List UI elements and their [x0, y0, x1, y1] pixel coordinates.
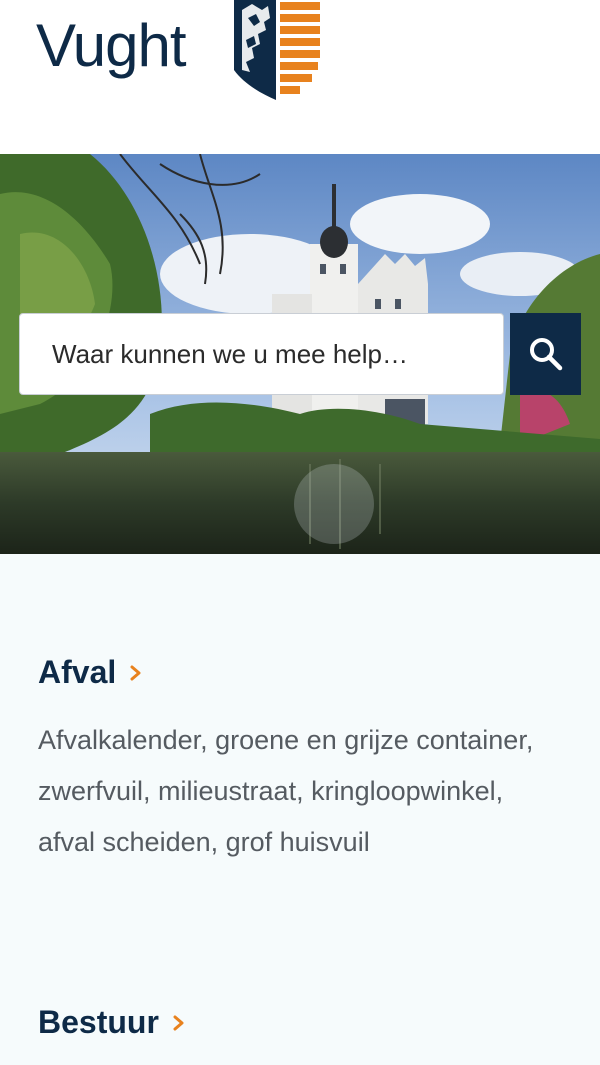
category-title: Afval: [38, 654, 117, 690]
logo-crest-icon[interactable]: [232, 0, 322, 102]
search-button[interactable]: [510, 313, 581, 395]
category-bestuur-link[interactable]: Bestuur: [38, 1004, 187, 1041]
logo-text[interactable]: Vught: [36, 6, 187, 86]
category-afval-link[interactable]: Afval: [38, 654, 558, 691]
category-description: Afvalkalender, groene en grijze containe…: [38, 725, 534, 857]
chevron-right-icon: [130, 665, 141, 680]
search-field[interactable]: [19, 313, 504, 395]
search-input[interactable]: [50, 337, 474, 371]
chevron-right-icon: [173, 1015, 184, 1030]
category-bestuur: Bestuur: [38, 1004, 187, 1041]
search-icon: [529, 338, 562, 371]
category-afval: Afval Afvalkalender, groene en grijze co…: [38, 654, 558, 868]
site-header: Vught: [0, 0, 600, 154]
category-title: Bestuur: [38, 1004, 159, 1040]
category-list: Afval Afvalkalender, groene en grijze co…: [0, 554, 600, 1065]
